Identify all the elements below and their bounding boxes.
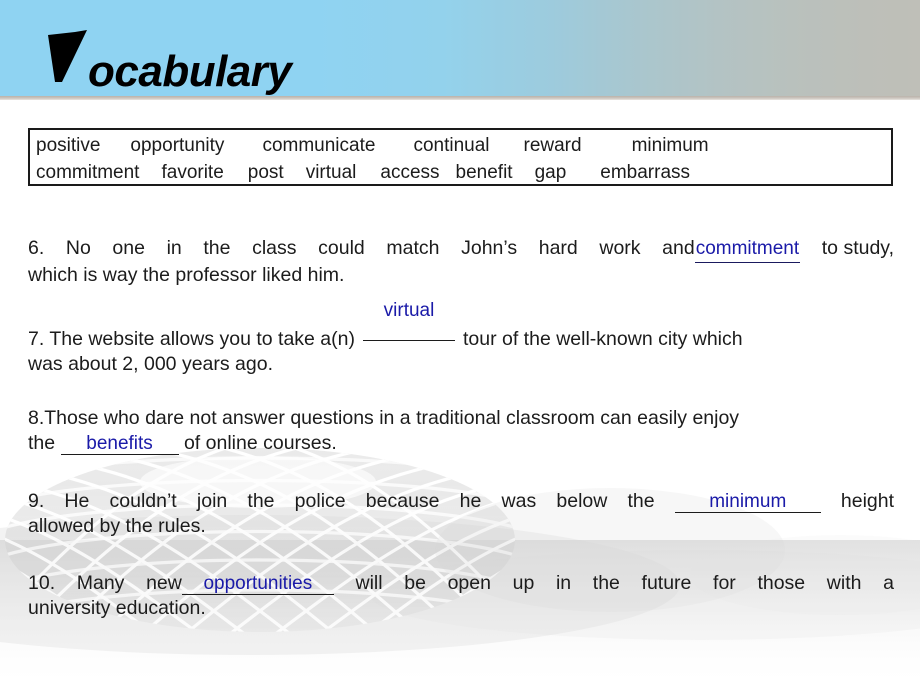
q6-w10: hard: [538, 237, 578, 259]
question-8-line-2: the benefits of online courses.: [28, 431, 894, 456]
q8-lead: the: [28, 432, 56, 454]
q6-w12: and: [662, 237, 695, 259]
question-7-line-2: was about 2, 000 years ago.: [28, 353, 273, 375]
question-9-line-2: allowed by the rules.: [28, 515, 206, 537]
q6-tail: to study,: [821, 237, 895, 259]
question-8-answer: benefits: [86, 433, 153, 454]
question-10-blank-rule: [181, 594, 334, 595]
question-8-line-1: 8.Those who dare not answer questions in…: [28, 407, 740, 429]
q9-w1: 9.: [28, 490, 45, 512]
question-7-line-1: 7. The website allows you to take a(n) v…: [28, 300, 894, 352]
q9-w8: he: [459, 490, 482, 512]
q6-w8: match: [386, 237, 440, 259]
q8-tail: of online courses.: [183, 432, 337, 454]
question-8-blank-rule: [60, 454, 179, 455]
q10-t7: future: [641, 572, 692, 594]
question-8: 8.Those who dare not answer questions in…: [28, 406, 894, 456]
question-10-answer: opportunities: [203, 573, 313, 594]
question-6: 6. No one in the class could match John’…: [28, 236, 894, 288]
q10-w3: new: [146, 572, 182, 594]
q6-w1: 6.: [28, 237, 45, 259]
question-10-line-2: university education.: [28, 597, 206, 619]
question-9-answer: minimum: [709, 491, 787, 512]
q10-t11: a: [883, 572, 894, 594]
question-7-blank: virtual: [362, 300, 455, 345]
q9-w2: He: [64, 490, 90, 512]
question-9-blank: minimum: [674, 489, 821, 513]
q9-tail: height: [840, 490, 895, 512]
q6-w5: the: [203, 237, 231, 259]
q10-t5: in: [555, 572, 572, 594]
question-7: 7. The website allows you to take a(n) v…: [28, 300, 894, 377]
question-6-line-2: which is way the professor liked him.: [28, 264, 345, 286]
q9-w11: the: [627, 490, 655, 512]
question-10-blank: opportunities: [181, 571, 334, 595]
q6-w7: could: [318, 237, 365, 259]
q6-w4: in: [166, 237, 182, 259]
q6-w6: class: [252, 237, 297, 259]
q6-w3: one: [112, 237, 145, 259]
q6-w9: John’s: [461, 237, 518, 259]
question-10: 10. Many new opportunities will be open …: [28, 571, 894, 621]
q10-t10: with: [826, 572, 862, 594]
q9-w4: join: [196, 490, 228, 512]
question-6-answer: commitment: [694, 236, 801, 263]
q10-w2: Many: [76, 572, 125, 594]
question-10-line-1: 10. Many new opportunities will be open …: [28, 571, 894, 596]
question-8-blank: benefits: [60, 431, 179, 455]
q10-t6: the: [592, 572, 620, 594]
q10-t9: those: [757, 572, 806, 594]
q10-w1: 10.: [28, 572, 56, 594]
q6-w11: work: [599, 237, 641, 259]
question-9-line-1: 9. He couldn’t join the police because h…: [28, 489, 894, 514]
slide-root: ocabulary positive opportunity communica…: [0, 0, 920, 690]
q10-t8: for: [713, 572, 736, 594]
question-7-answer: virtual: [383, 300, 435, 321]
question-9: 9. He couldn’t join the police because h…: [28, 489, 894, 539]
question-6-line-1: 6. No one in the class could match John’…: [28, 236, 894, 263]
q7-tail: tour of the well-known city which: [462, 328, 743, 350]
q10-t3: open: [447, 572, 491, 594]
q9-w9: was: [501, 490, 537, 512]
question-7-blank-rule: [362, 340, 455, 341]
q9-w7: because: [365, 490, 440, 512]
question-9-blank-rule: [674, 512, 821, 513]
q9-w6: police: [294, 490, 346, 512]
q10-t2: be: [404, 572, 426, 594]
q10-t4: up: [512, 572, 535, 594]
q6-w2: No: [65, 237, 91, 259]
q9-w5: the: [247, 490, 275, 512]
questions-area: 6. No one in the class could match John’…: [0, 0, 920, 690]
q9-w10: below: [556, 490, 608, 512]
q9-w3: couldn’t: [109, 490, 177, 512]
q7-head: 7. The website allows you to take a(n): [28, 328, 355, 350]
q10-t1: will: [355, 572, 383, 594]
